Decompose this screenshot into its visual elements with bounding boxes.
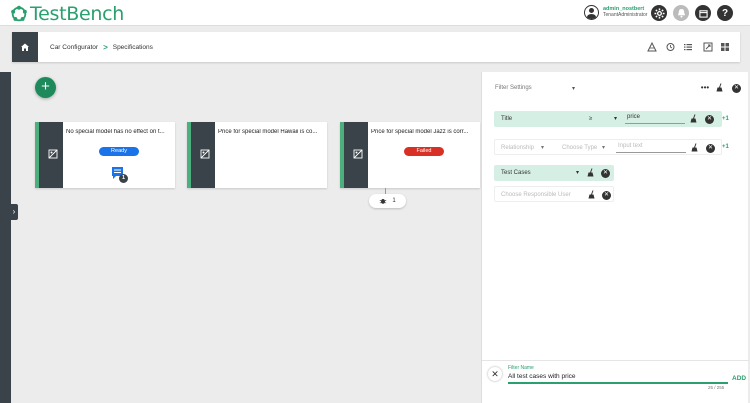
- broom-clear-icon[interactable]: [586, 168, 596, 178]
- filter-field-label[interactable]: Test Cases: [501, 170, 531, 176]
- card-title: No special model has no effect on t...: [66, 129, 165, 135]
- filter-row-title: Title ≥ ▾ price ✕: [494, 111, 722, 127]
- add-condition-button[interactable]: +1: [722, 144, 729, 150]
- add-condition-button[interactable]: +1: [722, 116, 729, 122]
- bug-icon: [379, 199, 387, 204]
- value-underline: [625, 123, 685, 124]
- broom-clear-icon[interactable]: [715, 83, 725, 93]
- status-badge: Failed: [404, 147, 444, 156]
- help-icon[interactable]: ?: [717, 5, 733, 21]
- history-icon[interactable]: [665, 42, 675, 52]
- breadcrumb-item-project[interactable]: Car Configurator: [50, 44, 98, 51]
- broom-clear-icon[interactable]: [587, 190, 597, 200]
- broom-clear-icon[interactable]: [689, 114, 699, 124]
- relationship-chevron-down-icon[interactable]: ▾: [541, 144, 544, 151]
- filter-value-input[interactable]: price: [627, 114, 640, 120]
- help-label: ?: [721, 7, 729, 19]
- char-counter: 25 / 255: [708, 385, 725, 390]
- filter-field-label[interactable]: Title: [501, 116, 512, 122]
- remove-row-icon[interactable]: ✕: [705, 115, 714, 124]
- input-underline: [616, 152, 686, 153]
- filter-panel: Filter Settings ▾ ••• ✕ Title ≥ ▾ price …: [481, 72, 749, 403]
- card-side-strip: [35, 122, 63, 188]
- responsible-user-select[interactable]: Choose Responsible User: [501, 192, 571, 198]
- user-role: TenantAdministrator: [603, 12, 648, 19]
- left-sidebar-rail: [0, 72, 11, 403]
- text-input[interactable]: Input text: [618, 143, 643, 149]
- image-placeholder-icon: [353, 149, 363, 159]
- breadcrumb-item-specifications[interactable]: Specifications: [113, 44, 153, 51]
- filter-settings-label[interactable]: Filter Settings: [495, 85, 532, 91]
- remove-row-icon[interactable]: ✕: [706, 144, 715, 153]
- top-header: TestBench admin_nostbert TenantAdministr…: [0, 0, 750, 26]
- calendar-icon[interactable]: [695, 5, 711, 21]
- filter-name-underline: [508, 382, 728, 384]
- bell-icon[interactable]: [673, 5, 689, 21]
- close-panel-icon[interactable]: ✕: [732, 84, 741, 93]
- filter-row-test-cases: Test Cases ▾ ✕: [494, 165, 614, 181]
- image-placeholder-icon: [200, 149, 210, 159]
- type-select[interactable]: Choose Type: [562, 145, 597, 151]
- image-placeholder-icon: [48, 149, 58, 159]
- comment-count-badge: 1: [119, 174, 128, 183]
- more-options-icon[interactable]: •••: [700, 83, 710, 93]
- breadcrumb-bar: Car Configurator > Specifications: [12, 32, 740, 62]
- broom-clear-icon[interactable]: [690, 143, 700, 153]
- gear-icon[interactable]: [651, 5, 667, 21]
- home-button[interactable]: [12, 32, 38, 62]
- filter-name-section: ✕ Filter Name All test cases with price …: [482, 360, 749, 403]
- breadcrumb: Car Configurator > Specifications: [50, 43, 153, 52]
- add-button[interactable]: +: [35, 77, 56, 98]
- test-case-card[interactable]: Price for special model Hawaii is co...: [187, 122, 327, 188]
- status-badge: Ready: [99, 147, 139, 156]
- remove-row-icon[interactable]: ✕: [601, 169, 610, 178]
- test-case-card[interactable]: Price for special model Jazz is corr... …: [340, 122, 480, 188]
- testbench-logo-icon: [11, 5, 27, 22]
- home-icon: [21, 43, 29, 51]
- expand-sidebar-button[interactable]: ›: [10, 204, 18, 220]
- card-side-strip: [340, 122, 368, 188]
- user-menu[interactable]: admin_nostbert TenantAdministrator: [584, 5, 647, 20]
- add-filter-button[interactable]: ADD: [732, 375, 746, 382]
- type-chevron-down-icon[interactable]: ▾: [602, 144, 605, 151]
- breadcrumb-separator: >: [103, 43, 108, 52]
- user-avatar-icon: [584, 5, 599, 20]
- filter-row-responsible: Choose Responsible User ✕: [494, 186, 614, 202]
- defect-count: 1: [392, 198, 396, 204]
- app-logo[interactable]: TestBench: [10, 3, 124, 25]
- card-title: Price for special model Jazz is corr...: [371, 129, 469, 135]
- filter-name-input[interactable]: All test cases with price: [508, 373, 576, 380]
- filter-name-label: Filter Name: [508, 365, 534, 371]
- logo-text: TestBench: [30, 3, 124, 25]
- defect-chip[interactable]: 1: [369, 194, 406, 208]
- operator-chevron-down-icon[interactable]: ▾: [614, 115, 617, 122]
- chevron-down-icon[interactable]: ▾: [572, 85, 575, 92]
- filter-row-relationship: Relationship ▾ Choose Type ▾ Input text …: [494, 139, 722, 155]
- filter-operator[interactable]: ≥: [589, 116, 592, 122]
- test-case-card[interactable]: No special model has no effect on t... R…: [35, 122, 175, 188]
- remove-row-icon[interactable]: ✕: [602, 191, 611, 200]
- grid-view-icon[interactable]: [720, 42, 730, 52]
- ruler-icon[interactable]: [647, 41, 657, 52]
- card-title: Price for special model Hawaii is co...: [218, 129, 318, 135]
- relationship-select[interactable]: Relationship: [501, 145, 534, 151]
- close-icon[interactable]: ✕: [488, 367, 502, 381]
- card-side-strip: [187, 122, 215, 188]
- export-icon[interactable]: [703, 42, 713, 52]
- list-view-icon[interactable]: [683, 42, 693, 52]
- chevron-down-icon[interactable]: ▾: [576, 169, 579, 176]
